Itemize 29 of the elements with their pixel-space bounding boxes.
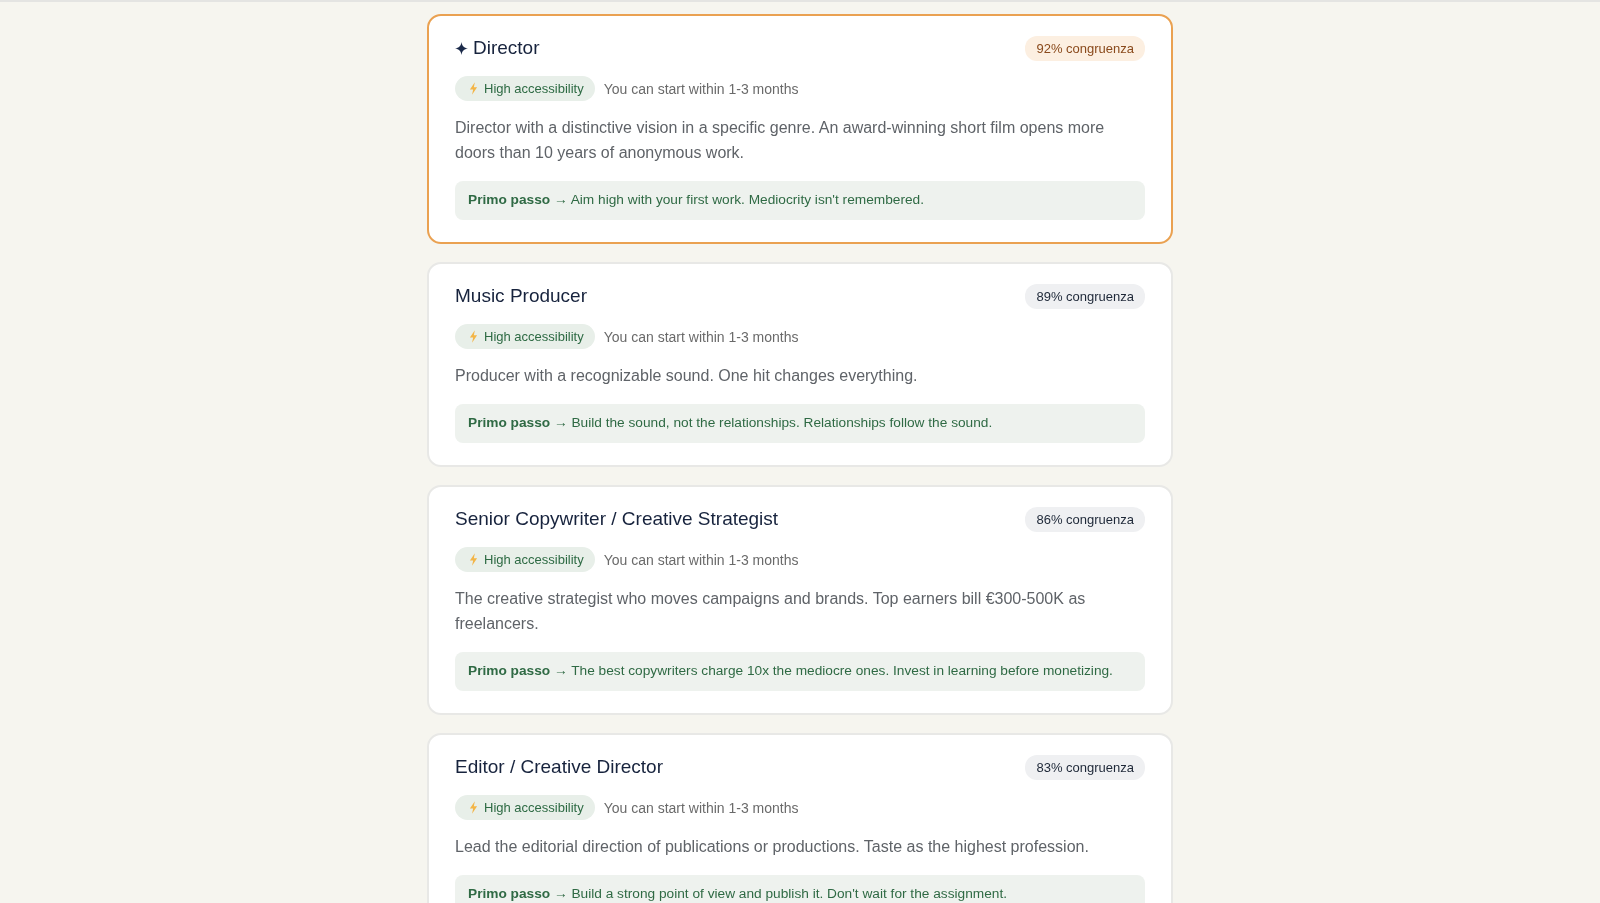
match-badge: 83% congruenza [1025,754,1145,780]
accessibility-label: High accessibility [484,552,584,567]
career-description: Lead the editorial direction of publications or productions. Taste as the highest profession. [455,837,1090,857]
start-time-text: You can start within 1-3 months [603,551,799,568]
start-time-text: You can start within 1-3 months [603,328,799,345]
career-description: Producer with a recognizable sound. One hit changes everything. [455,366,919,386]
match-badge: 92% congruenza [1025,35,1145,61]
career-title: Editor / Creative Director [455,756,663,778]
career-title: Senior Copywriter / Creative Strategist [455,508,779,530]
first-step-note: Primo passo → Aim high with your first work. Mediocrity isn't remembered. [455,181,1145,220]
lightning-icon [469,801,478,814]
accessibility-label: High accessibility [484,81,584,96]
sparkle-icon [455,41,468,55]
start-time-text: You can start within 1-3 months [603,80,799,97]
start-time-text: You can start within 1-3 months [603,799,799,816]
lightning-icon [469,82,478,95]
career-description: The creative strategist who moves campaigns and brands. Top earners bill €300-500K as freelancers. [455,589,1087,634]
career-description: Director with a distinctive vision in a specific genre. An award-winning short film opens more doors than 10 years of anonymous work. [455,118,1106,163]
lightning-icon [469,553,478,566]
first-step-note: Primo passo → Build a strong point of view and publish it. Don't wait for the assignment. [455,875,1145,903]
career-title: Director [473,37,540,59]
match-badge: 89% congruenza [1025,283,1145,309]
accessibility-label: High accessibility [484,800,584,815]
accessibility-label: High accessibility [484,329,584,344]
career-title: Music Producer [455,285,587,307]
lightning-icon [469,330,478,343]
first-step-note: Primo passo → The best copywriters charge 10x the mediocre ones. Invest in learning before monetizing. [455,652,1145,691]
match-badge: 86% congruenza [1025,506,1145,532]
first-step-note: Primo passo → Build the sound, not the relationships. Relationships follow the sound. [455,404,1145,443]
